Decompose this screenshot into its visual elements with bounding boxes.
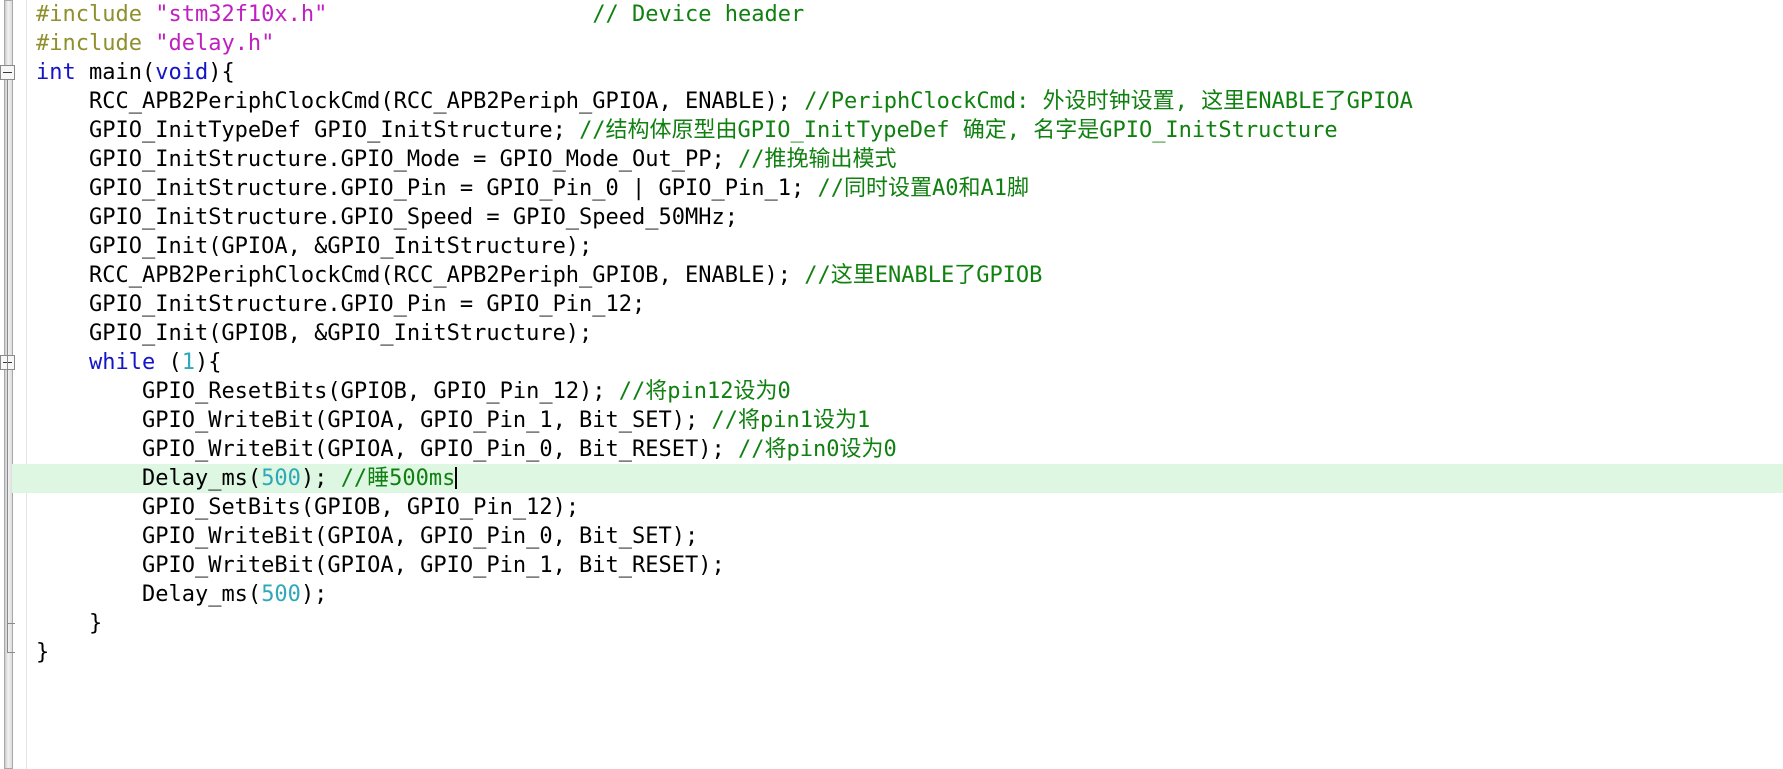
code-line[interactable]: GPIO_WriteBit(GPIOA, GPIO_Pin_0, Bit_SET… [30, 522, 1783, 551]
code-token-plain: GPIO_SetBits(GPIOB, GPIO_Pin_12); [141, 495, 580, 520]
code-token-plain: ); [300, 582, 328, 607]
code-line[interactable]: GPIO_InitStructure.GPIO_Speed = GPIO_Spe… [30, 203, 1783, 232]
code-token-plain: GPIO_InitStructure.GPIO_Speed = GPIO_Spe… [88, 205, 738, 230]
vertical-scrollbar-thumb[interactable] [4, 0, 13, 769]
code-token-str: "delay.h" [155, 31, 275, 56]
minus-box-icon[interactable] [0, 65, 15, 80]
code-token-plain: RCC_APB2PeriphClockCmd(RCC_APB2Periph_GP… [88, 263, 805, 288]
code-token-plain: GPIO_Init(GPIOB, &GPIO_InitStructure); [88, 321, 593, 346]
code-token-plain: ){ [194, 350, 222, 375]
gutter-divider [26, 0, 27, 769]
code-token-plain: } [88, 611, 103, 636]
code-token-plain: ){ [208, 60, 235, 85]
code-token-plain: Delay_ms( [141, 582, 262, 607]
code-token-cmt: //这里ENABLE了GPIOB [804, 263, 1043, 288]
code-line[interactable]: GPIO_Init(GPIOA, &GPIO_InitStructure); [30, 232, 1783, 261]
code-line[interactable]: while (1){ [30, 348, 1783, 377]
code-token-cmt: //将pin12设为0 [618, 379, 791, 404]
code-token-plain: GPIO_InitStructure.GPIO_Pin = GPIO_Pin_1… [88, 292, 646, 317]
code-token-plain: GPIO_InitStructure.GPIO_Mode = GPIO_Mode… [88, 147, 738, 172]
code-line[interactable]: int main(void){ [30, 58, 1783, 87]
code-token-cmt: //推挽输出模式 [738, 147, 897, 172]
code-token-plain: main( [75, 60, 156, 85]
code-token-num: 1 [181, 350, 195, 375]
code-line[interactable]: GPIO_WriteBit(GPIOA, GPIO_Pin_1, Bit_SET… [30, 406, 1783, 435]
code-line[interactable]: Delay_ms(500); //睡500ms [12, 464, 1783, 493]
code-token-cmt: //结构体原型由GPIO_InitTypeDef 确定, 名字是GPIO_Ini… [579, 118, 1338, 143]
code-line[interactable]: GPIO_InitStructure.GPIO_Pin = GPIO_Pin_1… [30, 290, 1783, 319]
editor-gutter [0, 0, 30, 769]
code-token-plain: GPIO_WriteBit(GPIOA, GPIO_Pin_1, Bit_SET… [141, 408, 712, 433]
code-token-plain: GPIO_Init(GPIOA, &GPIO_InitStructure); [88, 234, 593, 259]
code-content[interactable]: #include "stm32f10x.h" // Device header #… [12, 0, 1783, 769]
code-token-plain: Delay_ms( [141, 466, 262, 491]
code-line[interactable]: GPIO_ResetBits(GPIOB, GPIO_Pin_12); //将p… [30, 377, 1783, 406]
code-line[interactable]: GPIO_InitStructure.GPIO_Mode = GPIO_Mode… [30, 145, 1783, 174]
code-token-cmt: //将pin0设为0 [738, 437, 897, 462]
code-line[interactable]: GPIO_Init(GPIOB, &GPIO_InitStructure); [30, 319, 1783, 348]
fold-guide-end [7, 623, 15, 624]
code-token-plain: ( [155, 350, 182, 375]
code-token-kw: int [36, 60, 76, 85]
code-token-plain: GPIO_InitStructure.GPIO_Pin = GPIO_Pin_0… [88, 176, 818, 201]
code-token-num: 500 [261, 582, 301, 607]
code-token-pp: #include [36, 2, 156, 27]
code-token-cmt: //同时设置A0和A1脚 [817, 176, 1029, 201]
code-token-plain: GPIO_InitTypeDef GPIO_InitStructure; [88, 118, 580, 143]
code-token-str: "stm32f10x.h" [155, 2, 328, 27]
code-token-plain: GPIO_WriteBit(GPIOA, GPIO_Pin_0, Bit_SET… [141, 524, 699, 549]
code-line[interactable]: RCC_APB2PeriphClockCmd(RCC_APB2Periph_GP… [30, 87, 1783, 116]
code-token-plain: ); [300, 466, 341, 491]
code-line[interactable]: RCC_APB2PeriphClockCmd(RCC_APB2Periph_GP… [30, 261, 1783, 290]
code-line[interactable]: #include "stm32f10x.h" // Device header [30, 0, 1783, 29]
code-line[interactable]: GPIO_WriteBit(GPIOA, GPIO_Pin_0, Bit_RES… [30, 435, 1783, 464]
code-line[interactable]: Delay_ms(500); [30, 580, 1783, 609]
code-line[interactable]: } [30, 609, 1783, 638]
code-line[interactable]: GPIO_SetBits(GPIOB, GPIO_Pin_12); [30, 493, 1783, 522]
code-line[interactable]: #include "delay.h" [30, 29, 1783, 58]
code-token-cmt: //睡500ms [340, 466, 456, 491]
fold-guide-line [7, 370, 8, 623]
code-token-plain: RCC_APB2PeriphClockCmd(RCC_APB2Periph_GP… [88, 89, 805, 114]
code-token-num: 500 [261, 466, 301, 491]
code-line[interactable]: GPIO_InitTypeDef GPIO_InitStructure; //结… [30, 116, 1783, 145]
code-line[interactable]: } [30, 638, 1783, 667]
code-token-kw: while [88, 350, 156, 375]
code-editor-pane[interactable]: #include "stm32f10x.h" // Device header #… [0, 0, 1783, 769]
code-token-cmt: //PeriphClockCmd: 外设时钟设置, 这里ENABLE了GPIOA [804, 89, 1413, 114]
code-line[interactable]: GPIO_InitStructure.GPIO_Pin = GPIO_Pin_0… [30, 174, 1783, 203]
code-line[interactable]: GPIO_WriteBit(GPIOA, GPIO_Pin_1, Bit_RES… [30, 551, 1783, 580]
text-cursor [455, 467, 458, 489]
code-token-cmt: //将pin1设为1 [711, 408, 871, 433]
fold-guide-end [7, 652, 15, 653]
code-token-kw: void [155, 60, 209, 85]
code-token-plain: GPIO_WriteBit(GPIOA, GPIO_Pin_0, Bit_RES… [141, 437, 738, 462]
code-token-plain: } [36, 640, 50, 665]
code-token-plain: GPIO_WriteBit(GPIOA, GPIO_Pin_1, Bit_RES… [141, 553, 725, 578]
code-token-pp: #include [36, 31, 156, 56]
code-token-plain: GPIO_ResetBits(GPIOB, GPIO_Pin_12); [141, 379, 619, 404]
code-token-cmt: // Device header [592, 2, 805, 27]
